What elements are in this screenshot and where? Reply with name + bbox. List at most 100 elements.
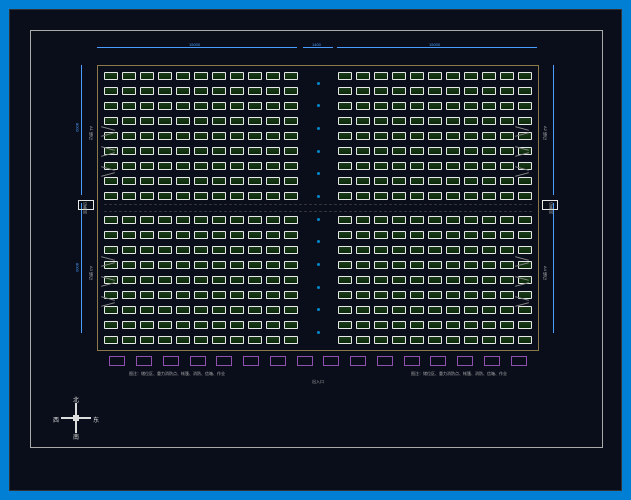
rack-bay[interactable]: [464, 192, 478, 200]
rack-bay[interactable]: [482, 147, 496, 155]
rack-bay[interactable]: [446, 231, 460, 239]
rack-bay[interactable]: [248, 306, 262, 314]
rack-bay[interactable]: [374, 216, 388, 224]
rack-bay[interactable]: [284, 291, 298, 299]
rack-bay[interactable]: [248, 72, 262, 80]
rack-bay[interactable]: [176, 102, 190, 110]
rack-bay[interactable]: [338, 192, 352, 200]
rack-bay[interactable]: [248, 102, 262, 110]
rack-bay[interactable]: [392, 162, 406, 170]
rack-bay[interactable]: [392, 102, 406, 110]
rack-bay[interactable]: [176, 177, 190, 185]
rack-bay[interactable]: [374, 246, 388, 254]
rack-bay[interactable]: [212, 162, 226, 170]
rack-bay[interactable]: [356, 291, 370, 299]
rack-bay[interactable]: [194, 102, 208, 110]
rack-bay[interactable]: [212, 291, 226, 299]
rack-bay[interactable]: [518, 72, 532, 80]
rack-bay[interactable]: [446, 72, 460, 80]
rack-bay[interactable]: [500, 336, 514, 344]
rack-bay[interactable]: [176, 276, 190, 284]
rack-bay[interactable]: [212, 216, 226, 224]
rack-bay[interactable]: [392, 291, 406, 299]
rack-bay[interactable]: [158, 306, 172, 314]
rack-bay[interactable]: [176, 192, 190, 200]
rack-bay[interactable]: [428, 147, 442, 155]
rack-bay[interactable]: [140, 102, 154, 110]
rack-bay[interactable]: [428, 216, 442, 224]
rack-bay[interactable]: [500, 102, 514, 110]
rack-bay[interactable]: [446, 261, 460, 269]
rack-bay[interactable]: [464, 291, 478, 299]
rack-bay[interactable]: [338, 162, 352, 170]
rack-bay[interactable]: [428, 306, 442, 314]
rack-bay[interactable]: [482, 192, 496, 200]
rack-bay[interactable]: [104, 336, 118, 344]
rack-bay[interactable]: [428, 321, 442, 329]
rack-bay[interactable]: [122, 117, 136, 125]
rack-bay[interactable]: [158, 192, 172, 200]
rack-bay[interactable]: [284, 321, 298, 329]
rack-bay[interactable]: [284, 162, 298, 170]
rack-bay[interactable]: [140, 336, 154, 344]
rack-bay[interactable]: [248, 291, 262, 299]
rack-bay[interactable]: [230, 117, 244, 125]
rack-bay[interactable]: [176, 336, 190, 344]
rack-bay[interactable]: [428, 231, 442, 239]
rack-bay[interactable]: [374, 102, 388, 110]
rack-bay[interactable]: [194, 216, 208, 224]
rack-bay[interactable]: [446, 117, 460, 125]
rack-bay[interactable]: [284, 261, 298, 269]
rack-bay[interactable]: [140, 261, 154, 269]
rack-bay[interactable]: [518, 216, 532, 224]
rack-bay[interactable]: [104, 216, 118, 224]
rack-bay[interactable]: [356, 72, 370, 80]
rack-bay[interactable]: [338, 291, 352, 299]
rack-bay[interactable]: [392, 336, 406, 344]
rack-bay[interactable]: [140, 306, 154, 314]
rack-bay[interactable]: [122, 291, 136, 299]
rack-bay[interactable]: [428, 162, 442, 170]
rack-bay[interactable]: [122, 147, 136, 155]
rack-bay[interactable]: [428, 276, 442, 284]
rack-bay[interactable]: [158, 246, 172, 254]
rack-bay[interactable]: [194, 306, 208, 314]
rack-bay[interactable]: [176, 321, 190, 329]
rack-bay[interactable]: [464, 321, 478, 329]
rack-bay[interactable]: [428, 102, 442, 110]
rack-bay[interactable]: [284, 177, 298, 185]
rack-bay[interactable]: [356, 147, 370, 155]
rack-bay[interactable]: [482, 177, 496, 185]
rack-bay[interactable]: [410, 231, 424, 239]
rack-bay[interactable]: [482, 291, 496, 299]
rack-bay[interactable]: [500, 276, 514, 284]
rack-bay[interactable]: [338, 246, 352, 254]
rack-bay[interactable]: [338, 231, 352, 239]
rack-bay[interactable]: [464, 87, 478, 95]
rack-bay[interactable]: [176, 306, 190, 314]
rack-bay[interactable]: [140, 177, 154, 185]
rack-bay[interactable]: [212, 87, 226, 95]
rack-bay[interactable]: [284, 132, 298, 140]
rack-bay[interactable]: [464, 336, 478, 344]
rack-bay[interactable]: [410, 291, 424, 299]
rack-bay[interactable]: [194, 162, 208, 170]
rack-bay[interactable]: [122, 102, 136, 110]
rack-bay[interactable]: [158, 162, 172, 170]
rack-bay[interactable]: [122, 177, 136, 185]
cad-canvas[interactable]: 15000 1400 15000 8000 8000 设备间 设备间 A1 储位…: [9, 9, 622, 491]
rack-bay[interactable]: [158, 291, 172, 299]
rack-bay[interactable]: [284, 336, 298, 344]
rack-bay[interactable]: [446, 291, 460, 299]
rack-bay[interactable]: [212, 177, 226, 185]
rack-bay[interactable]: [248, 261, 262, 269]
rack-bay[interactable]: [122, 231, 136, 239]
dock-door[interactable]: [109, 356, 125, 366]
dock-door[interactable]: [190, 356, 206, 366]
rack-bay[interactable]: [230, 291, 244, 299]
rack-bay[interactable]: [266, 177, 280, 185]
rack-bay[interactable]: [518, 336, 532, 344]
rack-bay[interactable]: [266, 147, 280, 155]
rack-bay[interactable]: [284, 231, 298, 239]
rack-bay[interactable]: [284, 147, 298, 155]
